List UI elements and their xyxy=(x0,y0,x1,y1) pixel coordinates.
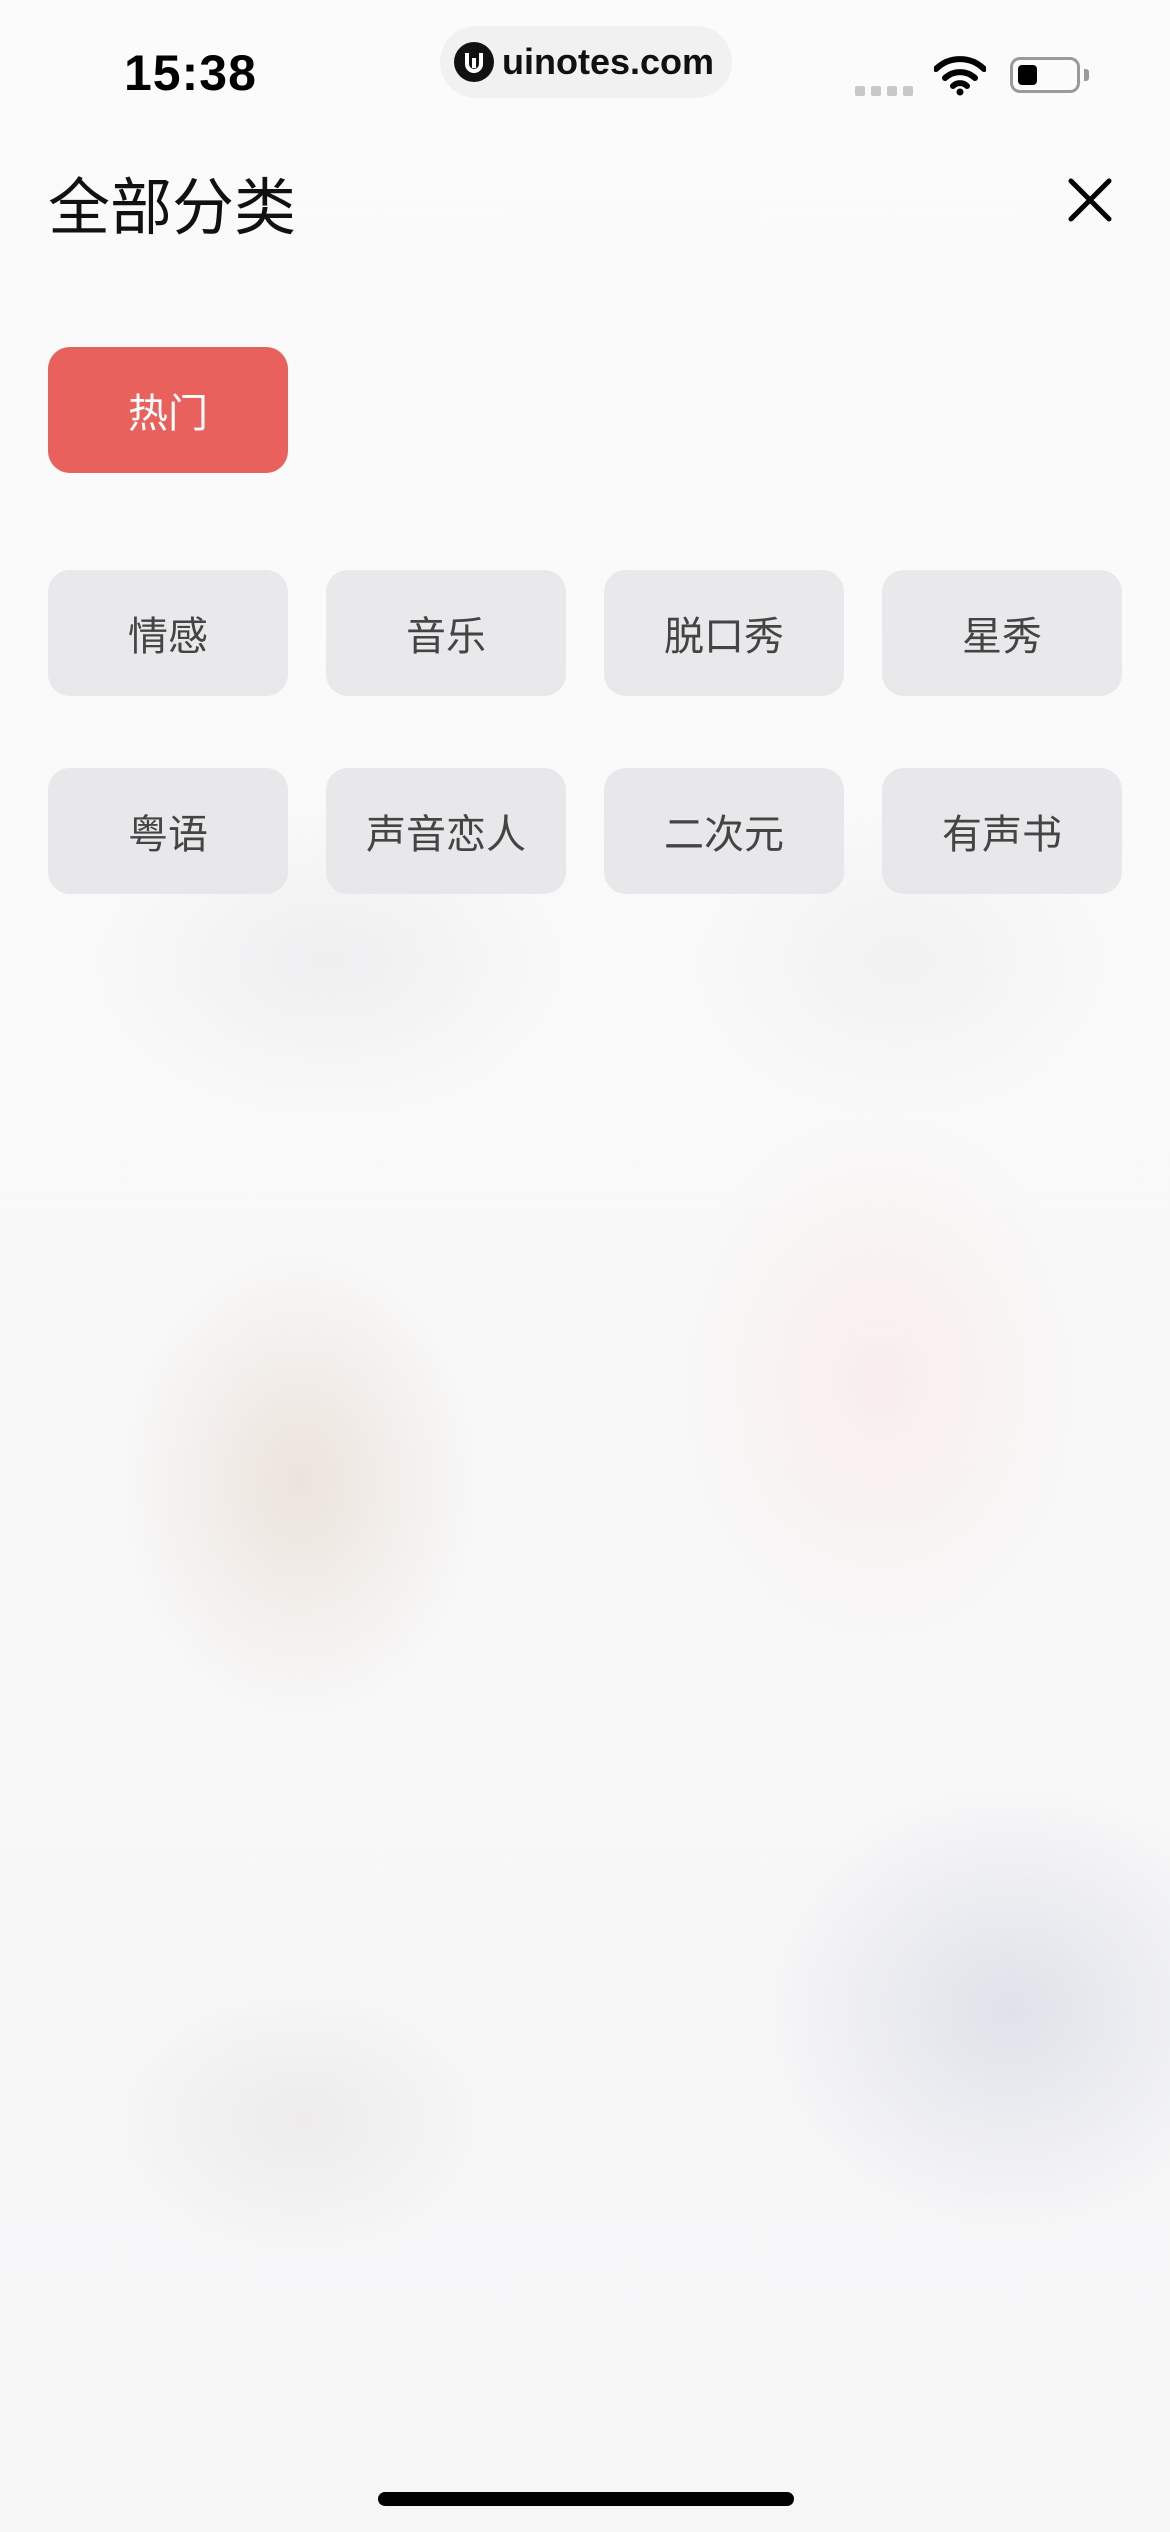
category-chip-hot[interactable]: 热门 xyxy=(48,347,288,473)
category-chip[interactable]: 情感 xyxy=(48,570,288,696)
category-chip[interactable]: 粤语 xyxy=(48,768,288,894)
status-time: 15:38 xyxy=(124,45,257,101)
category-chip[interactable]: 星秀 xyxy=(882,570,1122,696)
site-logo-icon xyxy=(454,42,494,82)
battery-tip xyxy=(1084,69,1089,81)
category-chip[interactable]: 有声书 xyxy=(882,768,1122,894)
url-pill[interactable]: uinotes.com xyxy=(440,26,732,98)
close-icon xyxy=(1068,178,1112,222)
category-chip[interactable]: 音乐 xyxy=(326,570,566,696)
cellular-signal-icon xyxy=(855,86,913,96)
close-button[interactable] xyxy=(1060,170,1120,230)
url-text: uinotes.com xyxy=(502,41,715,82)
battery-icon xyxy=(1010,57,1080,93)
category-chip[interactable]: 声音恋人 xyxy=(326,768,566,894)
page-title: 全部分类 xyxy=(48,171,297,244)
category-chip[interactable]: 脱口秀 xyxy=(604,570,844,696)
home-indicator xyxy=(378,2492,794,2506)
category-chip[interactable]: 二次元 xyxy=(604,768,844,894)
battery-level xyxy=(1018,65,1037,85)
wifi-icon xyxy=(933,56,987,100)
